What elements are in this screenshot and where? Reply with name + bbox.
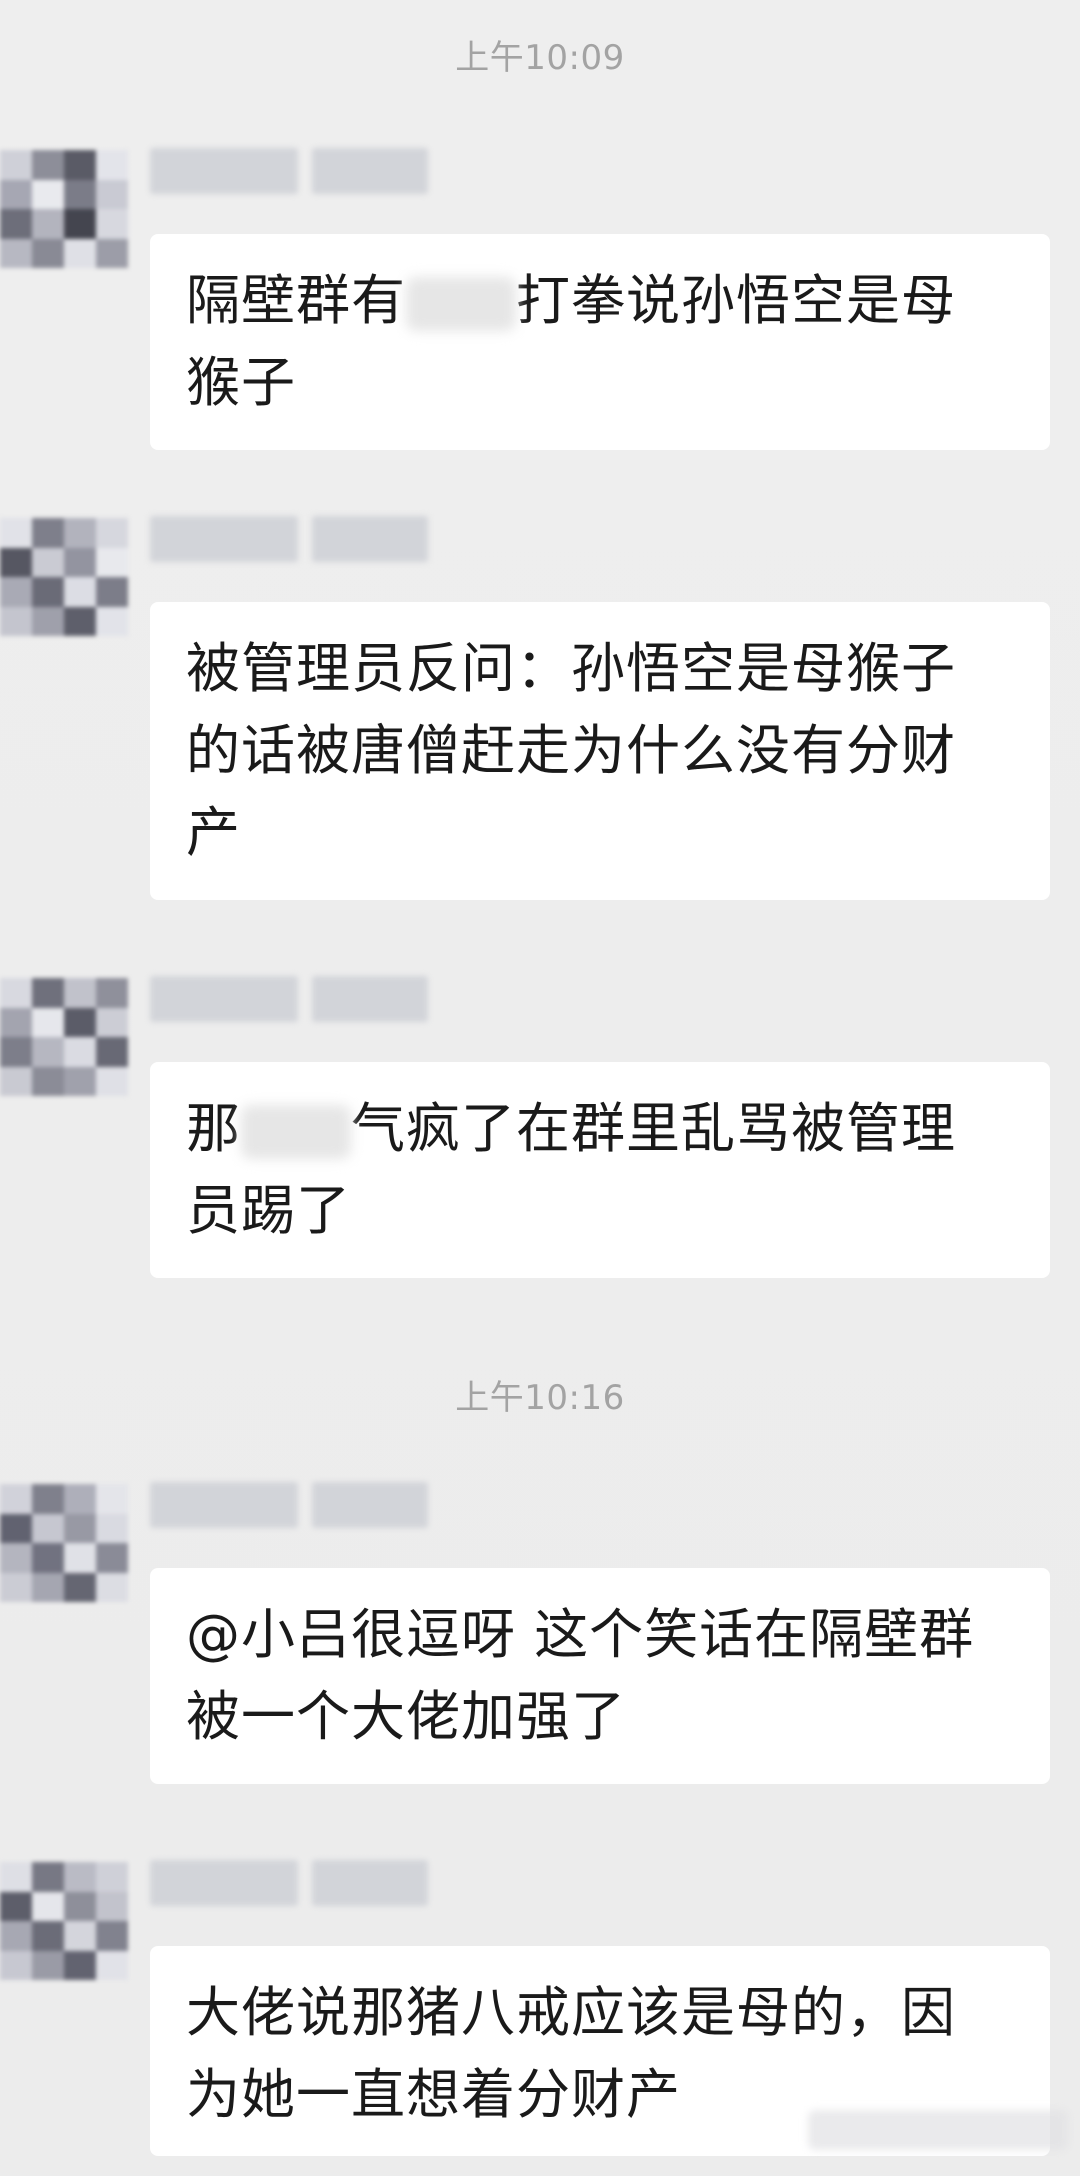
avatar[interactable] <box>0 1862 128 1980</box>
avatar[interactable] <box>0 978 128 1096</box>
redacted-text <box>241 1105 351 1160</box>
sender-name <box>150 1482 428 1528</box>
sender-name <box>150 516 428 562</box>
watermark <box>808 2110 1068 2150</box>
avatar[interactable] <box>0 518 128 636</box>
avatar[interactable] <box>0 1484 128 1602</box>
timestamp: 上午10:16 <box>455 1378 625 1418</box>
sender-name <box>150 976 428 1022</box>
chat-window: 上午10:09 隔壁群有 打拳说孙悟空是母猴子 被管理员反问：孙悟空是母猴子的话被… <box>0 0 1080 2176</box>
message-text: 大佬说那猪八戒应该是母的，因为她一直想着分财产 <box>186 1981 956 2126</box>
message-text: 那 <box>186 1097 241 1160</box>
sender-name <box>150 148 428 194</box>
message-text: 隔壁群有 <box>186 269 406 332</box>
redacted-text <box>406 277 516 332</box>
message-bubble[interactable]: 那气疯了在群里乱骂被管理员踢了 <box>150 1062 1050 1278</box>
sender-name <box>150 1860 428 1906</box>
message-text: @小吕很逗呀 这个笑话在隔壁群被一个大佬加强了 <box>186 1603 975 1748</box>
message-bubble[interactable]: @小吕很逗呀 这个笑话在隔壁群被一个大佬加强了 <box>150 1568 1050 1784</box>
message-bubble[interactable]: 隔壁群有 打拳说孙悟空是母猴子 <box>150 234 1050 450</box>
avatar[interactable] <box>0 150 128 268</box>
message-bubble[interactable]: 被管理员反问：孙悟空是母猴子的话被唐僧赶走为什么没有分财产 <box>150 602 1050 900</box>
timestamp: 上午10:09 <box>455 38 625 78</box>
message-text: 被管理员反问：孙悟空是母猴子的话被唐僧赶走为什么没有分财产 <box>186 637 956 864</box>
